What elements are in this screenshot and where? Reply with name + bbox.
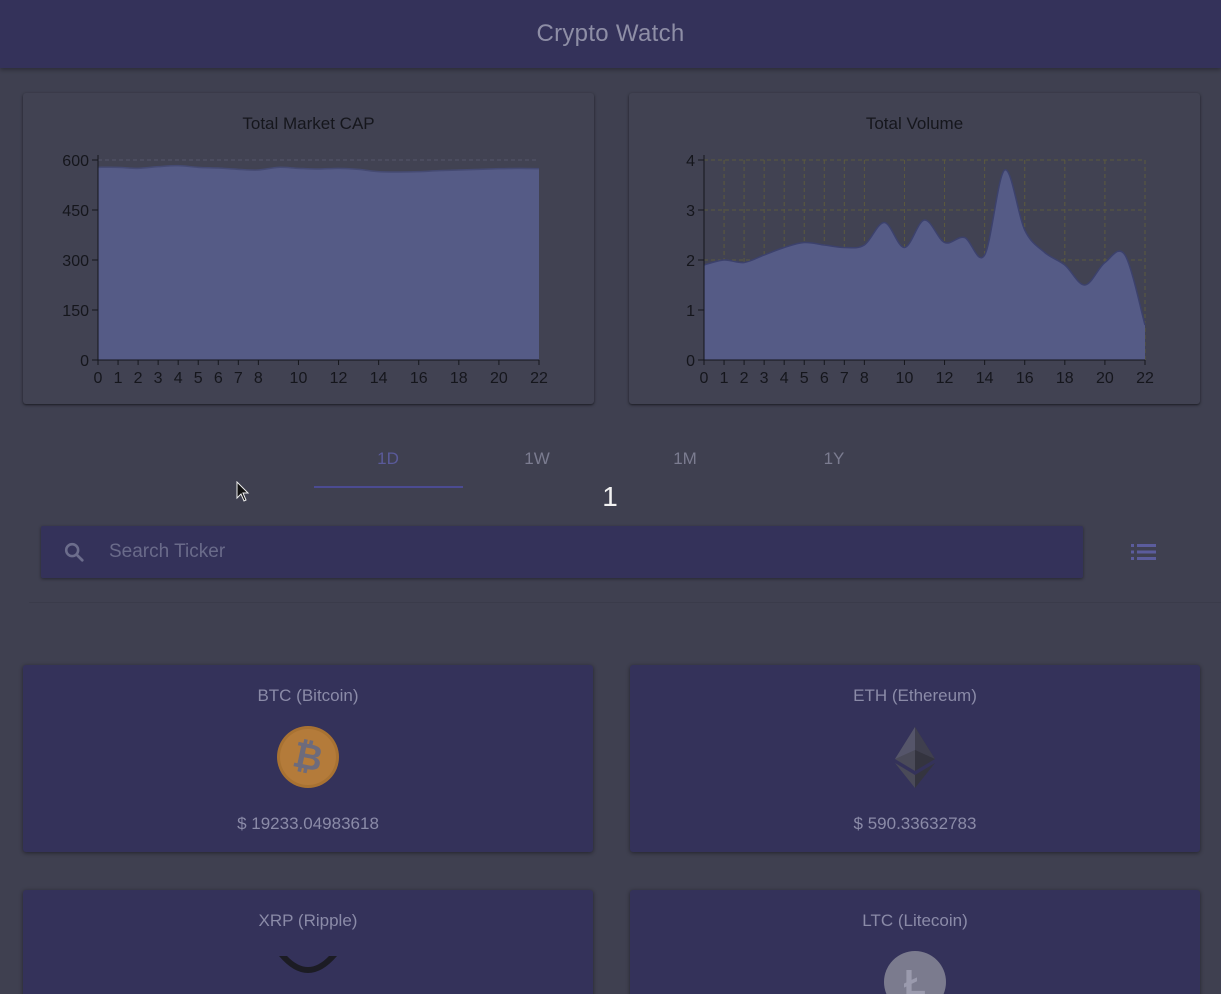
x-tick-label: 14 bbox=[976, 370, 994, 387]
x-tick-label: 22 bbox=[1136, 370, 1154, 387]
x-tick-label: 0 bbox=[700, 370, 709, 387]
x-tick-label: 14 bbox=[370, 370, 388, 387]
volume-chart: 012340 1 2 3 4 5 6 7 8 10 12 14 16 18 20 22 bbox=[686, 153, 1154, 387]
coin-card-btc[interactable]: BTC (Bitcoin) ₿ $ 19233.04983618 bbox=[23, 665, 593, 852]
coin-price: $ 19233.04983618 bbox=[237, 814, 379, 833]
search-bar bbox=[41, 526, 1083, 578]
x-tick-label: 0 bbox=[94, 370, 103, 387]
x-tick-label: 16 bbox=[410, 370, 428, 387]
coin-name: LTC (Litecoin) bbox=[862, 911, 968, 930]
x-tick-label: 22 bbox=[530, 370, 548, 387]
area-fill bbox=[704, 169, 1145, 360]
y-tick-label: 0 bbox=[80, 353, 89, 370]
x-tick-label: 16 bbox=[1016, 370, 1034, 387]
x-tick-label: 20 bbox=[1096, 370, 1114, 387]
x-tick-label: 2 bbox=[134, 370, 143, 387]
area-fill bbox=[98, 165, 539, 360]
x-tick-label: 18 bbox=[1056, 370, 1074, 387]
tab-1d[interactable]: 1D bbox=[314, 437, 462, 481]
x-tick-label: 10 bbox=[896, 370, 914, 387]
y-tick-label: 450 bbox=[62, 203, 89, 220]
tab-indicator bbox=[314, 486, 463, 488]
litecoin-logo-icon: Ł bbox=[884, 951, 946, 994]
divider bbox=[29, 602, 1221, 603]
coin-price: $ 590.33632783 bbox=[853, 814, 977, 833]
x-tick-label: 12 bbox=[330, 370, 348, 387]
page-indicator: 1 bbox=[602, 481, 618, 512]
coin-card-ltc[interactable]: LTC (Litecoin) Ł bbox=[630, 890, 1200, 994]
bitcoin-logo-icon: ₿ bbox=[277, 726, 339, 788]
coin-card-eth[interactable]: ETH (Ethereum) $ 590.33632783 bbox=[630, 665, 1200, 852]
y-tick-label: 600 bbox=[62, 153, 89, 170]
app-bar: Crypto Watch bbox=[0, 0, 1221, 68]
x-tick-label: 20 bbox=[490, 370, 508, 387]
x-tick-label: 3 bbox=[760, 370, 769, 387]
x-tick-label: 1 bbox=[114, 370, 123, 387]
y-tick-label: 1 bbox=[686, 303, 695, 320]
y-tick-label: 2 bbox=[686, 253, 695, 270]
x-tick-label: 3 bbox=[154, 370, 163, 387]
coin-name: XRP (Ripple) bbox=[258, 911, 358, 930]
volume-chart-card: Total Volume 0 1 2 3 4 0 1 2 3 4 5 6 7 8 10 12 14 16 18 20 2… bbox=[629, 93, 1200, 404]
ethereum-logo-icon bbox=[895, 727, 935, 788]
market-cap-chart-card: Total Market CAP 0 150 300 450 600 0 1 2 3 4 5 6 7 8 1… bbox=[23, 93, 594, 404]
coin-name: ETH (Ethereum) bbox=[853, 686, 977, 705]
tab-1w[interactable]: 1W bbox=[463, 437, 611, 481]
y-tick-label: 0 bbox=[686, 353, 695, 370]
x-tick-label: 6 bbox=[214, 370, 223, 387]
x-tick-label: 6 bbox=[820, 370, 829, 387]
ripple-logo-icon bbox=[279, 956, 337, 973]
y-tick-label: 150 bbox=[62, 303, 89, 320]
app-title: Crypto Watch bbox=[536, 20, 685, 47]
coin-card-xrp[interactable]: XRP (Ripple) bbox=[23, 890, 593, 994]
y-tick-label: 4 bbox=[686, 153, 695, 170]
search-icon[interactable] bbox=[63, 541, 85, 563]
coin-name: BTC (Bitcoin) bbox=[257, 686, 359, 705]
x-tick-label: 12 bbox=[936, 370, 954, 387]
mouse-cursor-icon bbox=[236, 481, 250, 502]
x-tick-label: 2 bbox=[740, 370, 749, 387]
x-tick-label: 1 bbox=[720, 370, 729, 387]
x-tick-label: 10 bbox=[290, 370, 308, 387]
x-tick-label: 5 bbox=[800, 370, 809, 387]
y-tick-label: 3 bbox=[686, 203, 695, 220]
svg-text:Ł: Ł bbox=[904, 962, 926, 994]
x-tick-label: 4 bbox=[780, 370, 789, 387]
x-tick-label: 8 bbox=[860, 370, 869, 387]
y-tick-label: 300 bbox=[62, 253, 89, 270]
x-tick-label: 5 bbox=[194, 370, 203, 387]
x-tick-label: 4 bbox=[174, 370, 183, 387]
tab-1m[interactable]: 1M bbox=[611, 437, 759, 481]
x-tick-label: 7 bbox=[840, 370, 849, 387]
search-input[interactable] bbox=[109, 526, 1069, 578]
market-cap-chart: 01503004506000 1 2 3 4 5 6 7 8 10 12 14 16 18 20 22 bbox=[62, 153, 548, 387]
x-tick-label: 7 bbox=[234, 370, 243, 387]
list-icon[interactable] bbox=[1130, 541, 1158, 563]
x-tick-label: 8 bbox=[254, 370, 263, 387]
x-tick-label: 18 bbox=[450, 370, 468, 387]
tab-1y[interactable]: 1Y bbox=[760, 437, 908, 481]
